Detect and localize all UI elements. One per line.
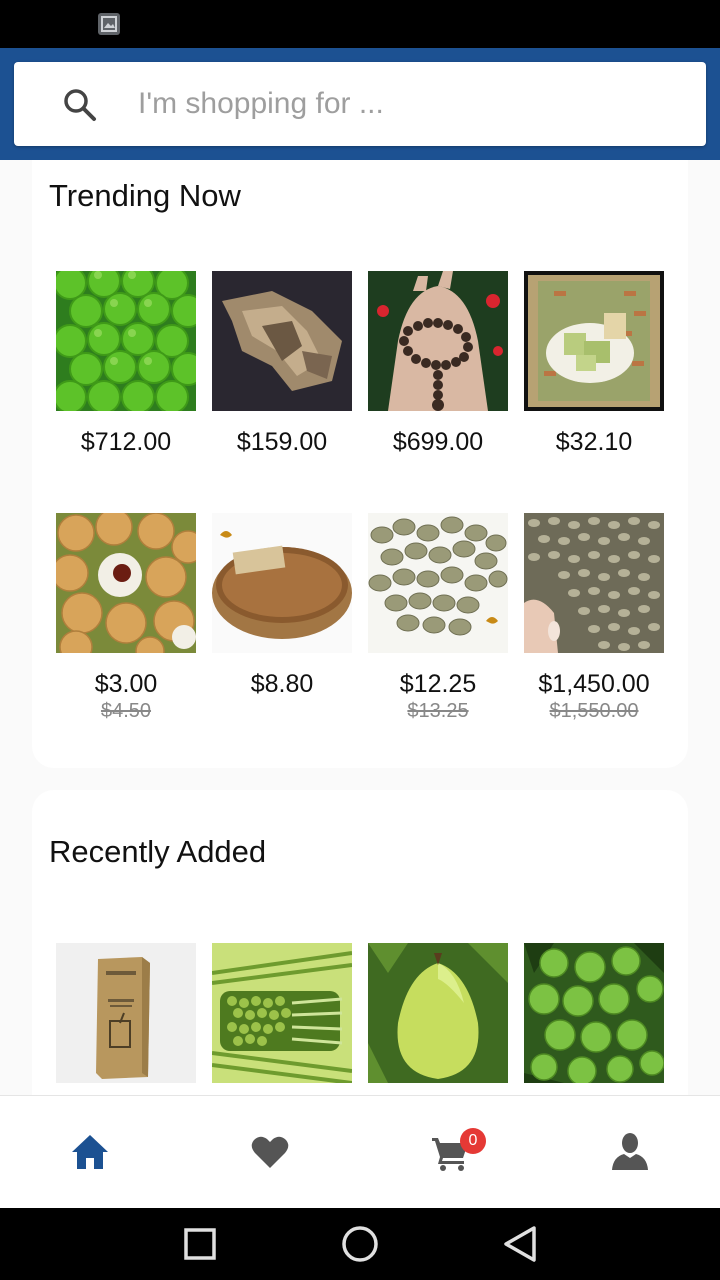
product-image[interactable] <box>368 513 508 653</box>
product-image[interactable] <box>56 271 196 411</box>
home-icon[interactable] <box>70 1132 110 1172</box>
product-price: $712.00 <box>80 428 172 456</box>
app-bar <box>0 48 720 160</box>
product-price: $1,450.00 <box>538 670 650 698</box>
product-image[interactable] <box>524 271 664 411</box>
status-bar <box>0 0 720 48</box>
product-image[interactable] <box>368 271 508 411</box>
product-image[interactable] <box>212 271 352 411</box>
product-old-price: $4.50 <box>100 700 152 722</box>
product-card[interactable]: $1,450.00 $1,550.00 <box>524 513 664 723</box>
home-content[interactable]: Trending Now $712.00 $159.00 $699.00 $32… <box>0 160 720 1095</box>
product-price: $3.00 <box>94 670 158 698</box>
product-card[interactable]: $712.00 <box>56 271 196 457</box>
nav-home[interactable] <box>0 1096 180 1209</box>
product-card[interactable] <box>368 943 508 1083</box>
product-price: $8.80 <box>250 670 314 698</box>
product-old-price: $13.25 <box>407 700 469 722</box>
nav-wishlist[interactable] <box>180 1096 360 1209</box>
product-price: $699.00 <box>392 428 484 456</box>
product-card[interactable]: $8.80 <box>212 513 352 699</box>
search-icon[interactable] <box>62 87 98 123</box>
cart-count-badge: 0 <box>460 1128 486 1154</box>
product-card[interactable] <box>524 943 664 1083</box>
product-old-price: $1,550.00 <box>549 700 639 722</box>
system-navigation-bar <box>0 1208 720 1280</box>
home-system-icon[interactable] <box>340 1224 380 1264</box>
section-title: Recently Added <box>49 834 267 869</box>
product-card[interactable] <box>56 943 196 1083</box>
product-card[interactable]: $159.00 <box>212 271 352 457</box>
recent-apps-icon[interactable] <box>180 1224 220 1264</box>
search-input[interactable] <box>124 62 698 146</box>
user-icon[interactable] <box>610 1132 650 1172</box>
product-price: $159.00 <box>236 428 328 456</box>
product-image[interactable] <box>524 943 664 1083</box>
bottom-navigation <box>0 1095 720 1209</box>
nav-cart[interactable] <box>360 1096 540 1209</box>
back-icon[interactable] <box>500 1224 540 1264</box>
product-image[interactable] <box>524 513 664 653</box>
section-title: Trending Now <box>49 178 241 213</box>
product-image[interactable] <box>56 513 196 653</box>
product-card[interactable]: $699.00 <box>368 271 508 457</box>
product-card[interactable]: $3.00 $4.50 <box>56 513 196 723</box>
product-price: $32.10 <box>555 428 633 456</box>
nav-profile[interactable] <box>540 1096 720 1209</box>
product-image[interactable] <box>212 513 352 653</box>
product-image[interactable] <box>212 943 352 1083</box>
product-card[interactable]: $32.10 <box>524 271 664 457</box>
image-notification-icon <box>98 13 120 35</box>
trending-now-section: Trending Now $712.00 $159.00 $699.00 $32… <box>32 160 688 768</box>
search-box[interactable] <box>14 62 706 146</box>
recently-added-section: Recently Added <box>32 790 688 1095</box>
product-image[interactable] <box>368 943 508 1083</box>
product-price: $12.25 <box>399 670 477 698</box>
heart-icon[interactable] <box>250 1132 290 1172</box>
product-card[interactable]: $12.25 $13.25 <box>368 513 508 723</box>
product-image[interactable] <box>56 943 196 1083</box>
product-card[interactable] <box>212 943 352 1083</box>
